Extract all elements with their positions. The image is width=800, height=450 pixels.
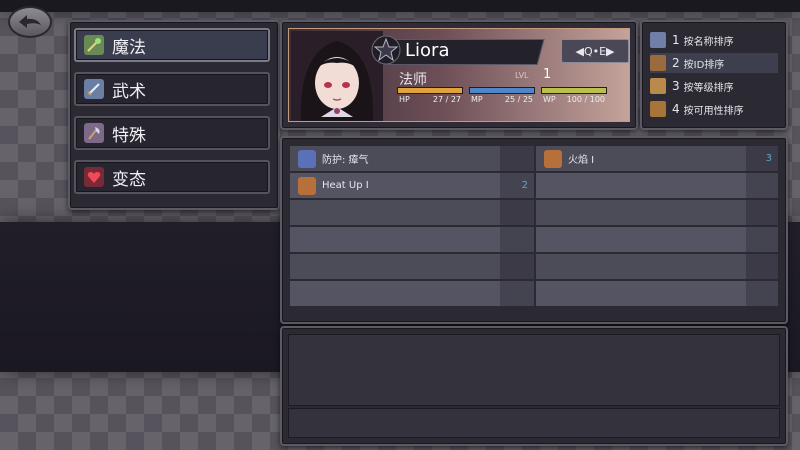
mp-label: MP [471,95,483,104]
sort-num: 3 [672,79,680,93]
skill-name: 火焰 I [568,155,595,166]
skill-cost: 2 [500,173,534,198]
back-button[interactable] [8,6,52,38]
skill-row-empty [290,281,778,306]
category-label: 特殊 [112,125,146,146]
skill-cost-empty [500,227,534,252]
mp-value: 25 / 25 [504,95,533,104]
sort-num: 4 [672,102,680,116]
skill-cost-empty [746,173,778,198]
quill-icon [650,32,666,48]
skill-slot-empty [290,227,500,252]
category-label: 变态 [112,169,146,190]
skill-slot-empty [536,281,746,306]
wp-value: 100 / 100 [566,95,605,104]
character-card-inner: Liora ◀Q•E▶ 法师 LVL 1 HP 27 / 27 MP 25 / … [288,28,630,122]
skill-cost-empty [746,200,778,225]
wand-icon [84,35,104,55]
skill-cost-empty [500,200,534,225]
fire-magic-icon [298,176,316,195]
skill-cost-empty [500,281,534,306]
skill-cost-empty [746,227,778,252]
scroll-icon [650,78,666,94]
heart-icon [84,167,104,187]
axe-icon [84,123,104,143]
switch-character-button[interactable]: ◀Q•E▶ [561,39,629,63]
skill-cost-empty [746,281,778,306]
description-text-area [288,334,780,406]
hp-label: HP [399,95,410,104]
sort-label: 按可用性排序 [683,105,744,117]
skill-row-empty [290,200,778,225]
sort-num: 2 [672,56,680,70]
category-perversion[interactable]: 变态 [74,160,270,194]
category-special[interactable]: 特殊 [74,116,270,150]
sort-label: 按名称排序 [683,36,734,48]
category-label: 魔法 [112,37,146,58]
mp-fill [470,88,534,93]
sword-icon [84,79,104,99]
sort-by-id[interactable]: 2 按ID排序 [650,53,778,73]
skill-name: 防护: 瘴气 [322,155,369,166]
sort-by-name[interactable]: 1 按名称排序 [650,30,778,50]
hp-gauge: HP 27 / 27 [397,87,463,107]
star-icon [371,35,401,65]
skill-slot-empty [290,254,500,279]
fire-magic-icon [544,149,562,168]
category-martial[interactable]: 武术 [74,72,270,106]
skill-slot-empty [536,173,746,198]
sort-label: 按等级排序 [683,82,734,94]
skill-row: 防护: 瘴气 火焰 I 3 [290,146,778,171]
hp-fill [398,88,462,93]
skill-slot-empty [290,200,500,225]
sort-label: 按ID排序 [683,59,725,71]
description-panel [280,326,788,446]
sort-by-level[interactable]: 3 按等级排序 [650,76,778,96]
wp-fill [542,88,606,93]
skill-row-empty [290,254,778,279]
category-label: 武术 [112,81,146,102]
book-icon [650,55,666,71]
skill-row: Heat Up I 2 [290,173,778,198]
skill-heat-up-1[interactable]: Heat Up I [290,173,500,198]
skill-cost-empty [500,254,534,279]
skill-cost-empty [746,254,778,279]
wp-label: WP [543,95,556,104]
wp-gauge: WP 100 / 100 [541,87,607,107]
sort-num: 1 [672,33,680,47]
character-card: Liora ◀Q•E▶ 法师 LVL 1 HP 27 / 27 MP 25 / … [280,20,638,130]
skill-cost: 3 [746,146,778,171]
level-value: 1 [543,67,552,82]
sort-panel: 1 按名称排序 2 按ID排序 3 按等级排序 4 按可用性排序 [640,20,788,130]
skill-slot-empty [290,281,500,306]
character-name: Liora [405,40,450,61]
sort-by-availability[interactable]: 4 按可用性排序 [650,99,778,119]
category-magic[interactable]: 魔法 [74,28,270,62]
skill-slot-empty [536,254,746,279]
shield-magic-icon [298,149,316,168]
skill-name: Heat Up I [322,180,369,191]
skill-fire-1[interactable]: 火焰 I [536,146,746,171]
skill-slot-empty [536,200,746,225]
skill-list: 防护: 瘴气 火焰 I 3 Heat Up I 2 [280,136,788,324]
mp-gauge: MP 25 / 25 [469,87,535,107]
back-arrow-icon [19,15,41,28]
skill-shield-miasma[interactable]: 防护: 瘴气 [290,146,500,171]
character-class: 法师 [399,72,427,88]
hp-value: 27 / 27 [432,95,461,104]
description-footer [288,408,780,438]
character-portrait [291,31,383,121]
skill-slot-empty [536,227,746,252]
skill-cost [500,146,534,171]
level-label: LVL [515,71,529,80]
pouch-icon [650,101,666,117]
skill-row-empty [290,227,778,252]
